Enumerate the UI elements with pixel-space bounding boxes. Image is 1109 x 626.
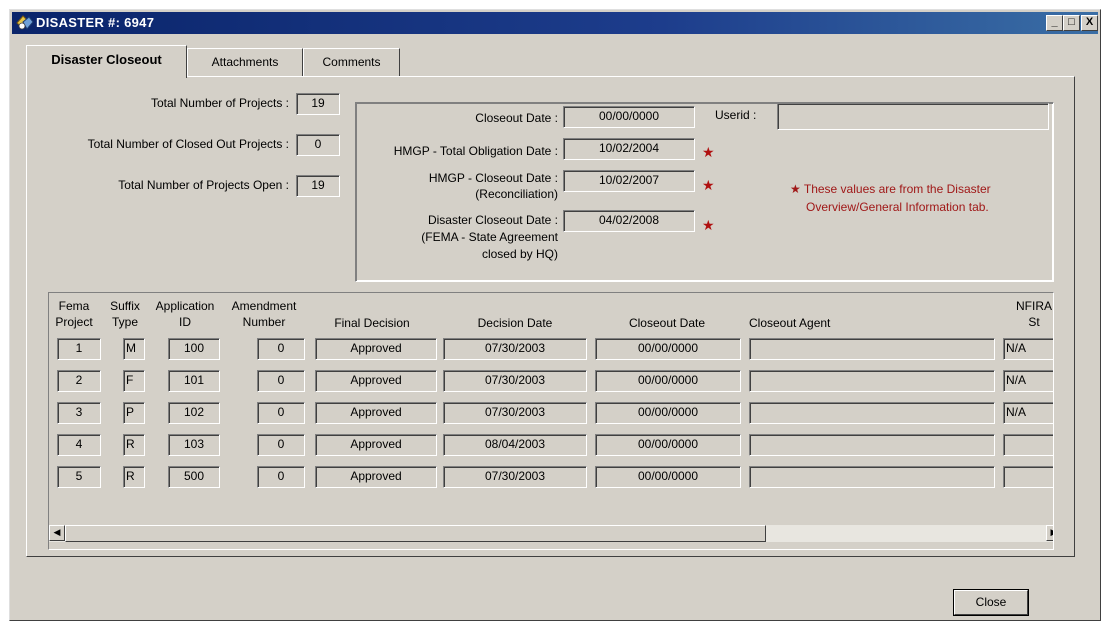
decision-date-cell[interactable]: 07/30/2003: [443, 402, 587, 424]
source-note: ★ These values are from the Disaster: [790, 182, 991, 196]
closeout-agent-cell[interactable]: [749, 434, 995, 456]
closeout-agent-cell[interactable]: [749, 370, 995, 392]
tab-label: Attachments: [211, 55, 279, 69]
closed-projects-label: Total Number of Closed Out Projects :: [87, 137, 289, 151]
suffix-cell[interactable]: R: [123, 434, 145, 456]
amendment-cell[interactable]: 0: [257, 466, 305, 488]
closeout-date-cell[interactable]: 00/00/0000: [595, 370, 741, 392]
final-decision-cell[interactable]: Approved: [315, 338, 437, 360]
disaster-closeout-label: Disaster Closeout Date :: [427, 213, 558, 227]
decision-date-cell[interactable]: 07/30/2003: [443, 370, 587, 392]
application-id-cell[interactable]: 103: [168, 434, 220, 456]
closeout-date-field[interactable]: 00/00/0000: [563, 106, 695, 128]
closeout-agent-cell[interactable]: [749, 466, 995, 488]
final-decision-cell[interactable]: Approved: [315, 466, 437, 488]
final-decision-cell[interactable]: Approved: [315, 370, 437, 392]
col-header-final-decision: Final Decision: [334, 316, 410, 330]
minimize-button[interactable]: _: [1046, 15, 1063, 31]
application-id-cell[interactable]: 102: [168, 402, 220, 424]
maximize-button[interactable]: □: [1063, 15, 1080, 31]
closed-projects-field[interactable]: 0: [296, 134, 340, 156]
col-header-amendment: Amendment Number: [231, 299, 297, 329]
scroll-left-button[interactable]: ◀: [49, 525, 65, 541]
suffix-cell[interactable]: F: [123, 370, 145, 392]
close-window-button[interactable]: X: [1081, 15, 1098, 31]
horizontal-scroll-thumb[interactable]: [65, 525, 766, 542]
required-star: ★: [702, 177, 715, 193]
final-decision-cell[interactable]: Approved: [315, 402, 437, 424]
application-id-cell[interactable]: 100: [168, 338, 220, 360]
required-star: ★: [702, 144, 715, 160]
hmgp-closeout-field[interactable]: 10/02/2007: [563, 170, 695, 192]
decision-date-cell[interactable]: 07/30/2003: [443, 338, 587, 360]
required-star: ★: [702, 217, 715, 233]
closeout-date-label: Closeout Date :: [475, 111, 558, 125]
total-projects-field[interactable]: 19: [296, 93, 340, 115]
project-cell[interactable]: 1: [57, 338, 101, 360]
disaster-closeout-sublabel: closed by HQ): [481, 247, 558, 261]
close-button-label: Close: [975, 595, 1007, 609]
closeout-date-cell[interactable]: 00/00/0000: [595, 402, 741, 424]
project-cell[interactable]: 4: [57, 434, 101, 456]
projects-grid: Fema Project Suffix Type Application ID Ame…: [48, 292, 1054, 550]
decision-date-cell[interactable]: 07/30/2003: [443, 466, 587, 488]
total-projects-label: Total Number of Projects :: [150, 96, 289, 110]
scroll-right-button[interactable]: ▶: [1046, 525, 1053, 541]
col-header-suffix: Suffix Type: [110, 299, 140, 329]
tab-disaster-closeout[interactable]: Disaster Closeout: [26, 45, 187, 78]
userid-field[interactable]: [777, 103, 1049, 130]
final-decision-cell[interactable]: Approved: [315, 434, 437, 456]
app-icon: [15, 14, 35, 32]
suffix-cell[interactable]: M: [123, 338, 145, 360]
amendment-cell[interactable]: 0: [257, 434, 305, 456]
col-header-closeout-date: Closeout Date: [628, 316, 706, 330]
application-id-cell[interactable]: 500: [168, 466, 220, 488]
nfira-status-cell[interactable]: N/A: [1003, 370, 1053, 392]
nfira-status-cell[interactable]: N/A: [1003, 402, 1053, 424]
col-header-closeout-agent: Closeout Agent: [749, 316, 831, 330]
amendment-cell[interactable]: 0: [257, 370, 305, 392]
project-cell[interactable]: 2: [57, 370, 101, 392]
closeout-date-cell[interactable]: 00/00/0000: [595, 338, 741, 360]
tab-label: Comments: [322, 55, 381, 69]
nfira-status-cell[interactable]: [1003, 434, 1053, 456]
col-header-fema: Fema Project: [55, 299, 93, 329]
project-cell[interactable]: 3: [57, 402, 101, 424]
project-cell[interactable]: 5: [57, 466, 101, 488]
disaster-closeout-sublabel: (FEMA - State Agreement: [421, 230, 558, 244]
closeout-date-cell[interactable]: 00/00/0000: [595, 434, 741, 456]
hmgp-closeout-label: HMGP - Closeout Date :: [428, 171, 558, 185]
col-header-decision-date: Decision Date: [477, 316, 553, 330]
hmgp-obligation-field[interactable]: 10/02/2004: [563, 138, 695, 160]
tab-comments[interactable]: Comments: [303, 48, 400, 76]
closeout-date-cell[interactable]: 00/00/0000: [595, 466, 741, 488]
nfira-status-cell[interactable]: [1003, 466, 1053, 488]
disaster-closeout-field[interactable]: 04/02/2008: [563, 210, 695, 232]
tab-attachments[interactable]: Attachments: [187, 48, 303, 76]
suffix-cell[interactable]: P: [123, 402, 145, 424]
application-id-cell[interactable]: 101: [168, 370, 220, 392]
userid-label: Userid :: [715, 108, 757, 122]
closeout-agent-cell[interactable]: [749, 402, 995, 424]
nfira-status-cell[interactable]: N/A: [1003, 338, 1053, 360]
title-bar[interactable]: DISASTER #: 6947 _ □ X: [12, 12, 1098, 34]
amendment-cell[interactable]: 0: [257, 338, 305, 360]
window-title: DISASTER #: 6947: [36, 15, 155, 30]
closeout-agent-cell[interactable]: [749, 338, 995, 360]
decision-date-cell[interactable]: 08/04/2003: [443, 434, 587, 456]
hmgp-closeout-sublabel: (Reconciliation): [475, 187, 558, 201]
col-header-application: Application ID: [155, 299, 215, 329]
col-header-nfira: NFIRA St: [1016, 299, 1052, 329]
close-button[interactable]: Close: [953, 589, 1029, 616]
hmgp-obligation-label: HMGP - Total Obligation Date :: [393, 144, 558, 158]
open-projects-label: Total Number of Projects Open :: [118, 178, 289, 192]
amendment-cell[interactable]: 0: [257, 402, 305, 424]
open-projects-field[interactable]: 19: [296, 175, 340, 197]
tab-label: Disaster Closeout: [51, 52, 162, 67]
source-note: Overview/General Information tab.: [806, 200, 989, 214]
suffix-cell[interactable]: R: [123, 466, 145, 488]
disaster-window: DISASTER #: 6947 _ □ X Disaster Closeout…: [9, 9, 1101, 621]
